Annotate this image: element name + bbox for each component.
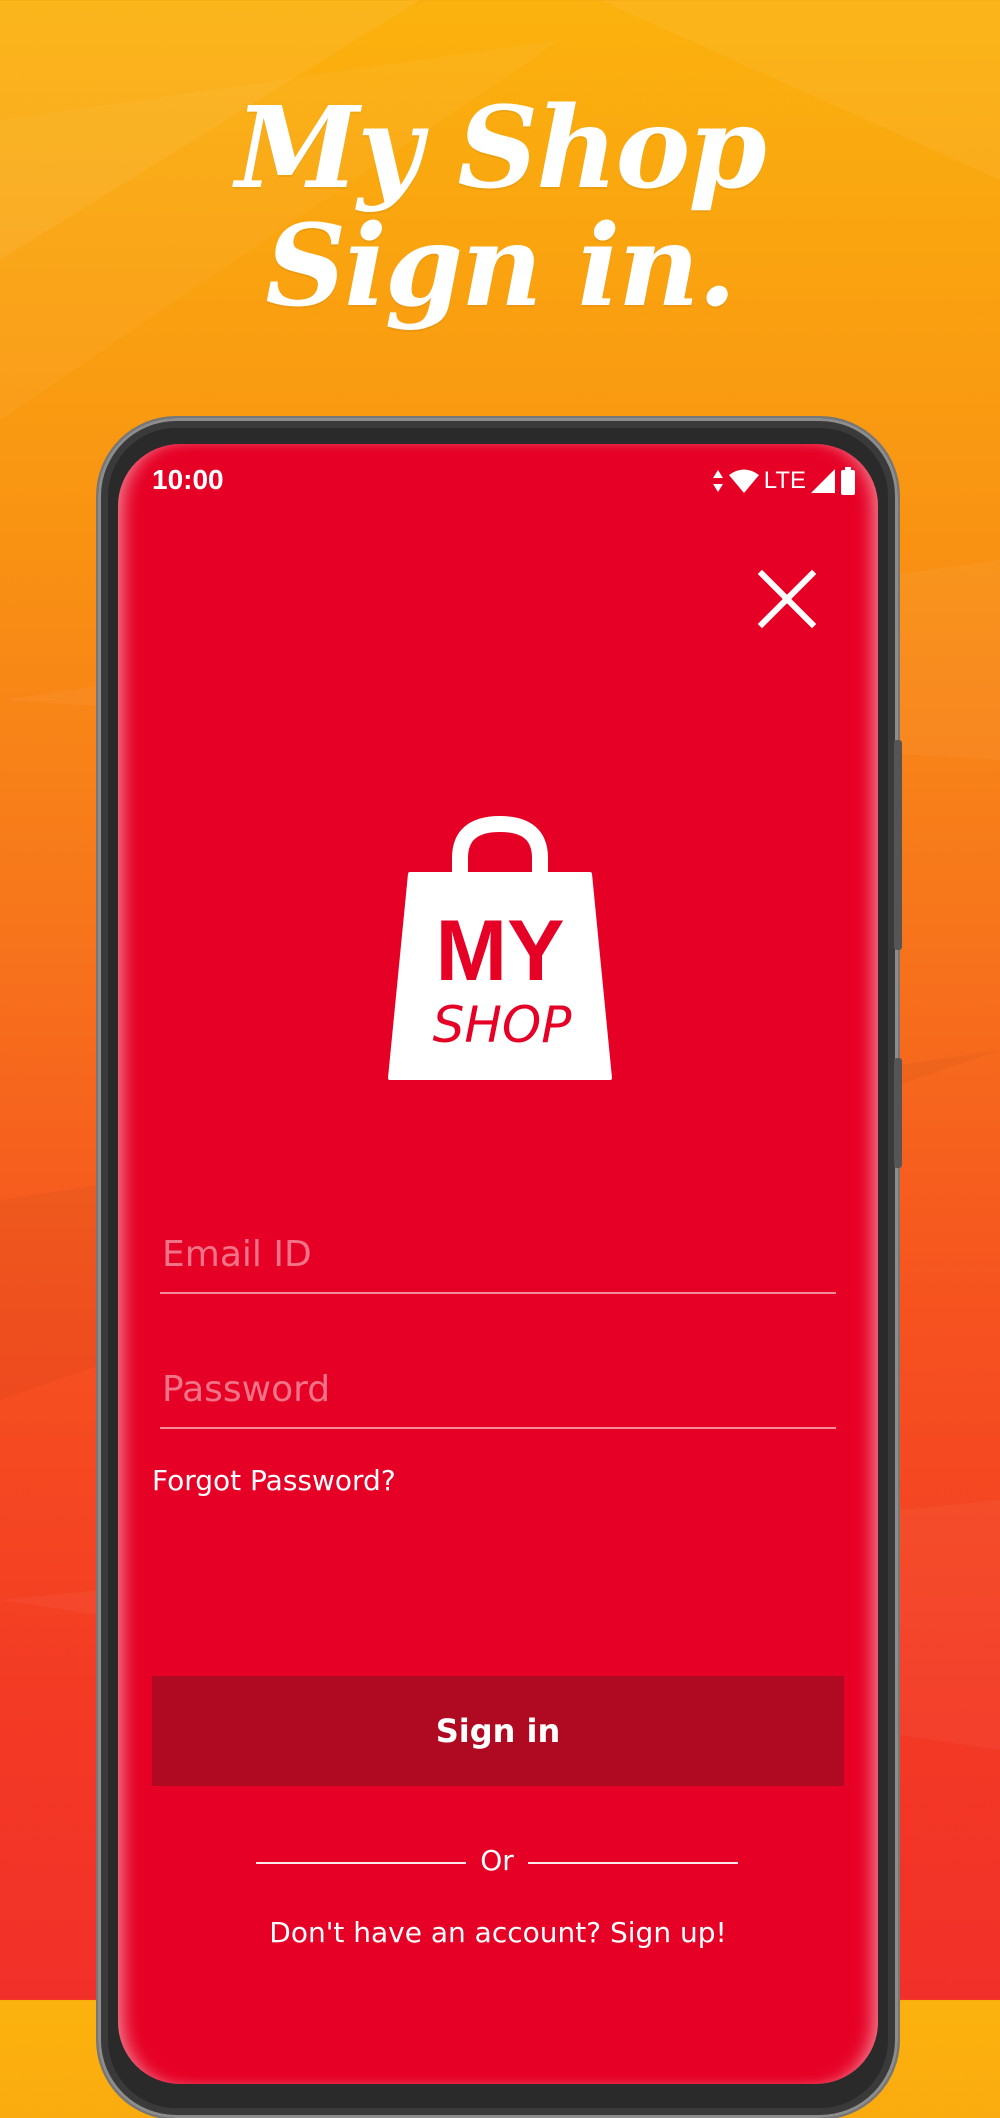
email-field[interactable] (160, 1224, 836, 1294)
password-field[interactable] (160, 1359, 836, 1429)
page-headline: My Shop Sign in. (0, 90, 1000, 326)
status-icons: 4 LTE (712, 464, 856, 498)
logo-text-my: MY (436, 903, 565, 999)
data-arrows-icon (712, 470, 723, 492)
headline-line-1: My Shop (235, 83, 766, 214)
forgot-password-link[interactable]: Forgot Password? (152, 1464, 396, 1497)
status-time: 10:00 (152, 464, 224, 495)
or-divider-right-line (528, 1862, 738, 1864)
signal-icon (811, 469, 835, 493)
sign-up-link[interactable]: Don't have an account? Sign up! (118, 1916, 878, 1949)
or-label: Or (480, 1844, 514, 1877)
app-screen: 10:00 4 LTE MY SHOP Forgot Password? Sig… (118, 444, 878, 2084)
logo-text-shop: SHOP (433, 996, 573, 1054)
svg-text:4: 4 (749, 483, 755, 494)
or-divider: Or (256, 1842, 738, 1882)
phone-power-button (894, 1058, 902, 1168)
phone-volume-button (894, 740, 902, 950)
close-icon[interactable] (756, 568, 818, 630)
headline-line-2: Sign in. (265, 201, 736, 332)
battery-icon (841, 467, 855, 495)
wifi-icon: 4 (728, 469, 759, 494)
my-shop-logo: MY SHOP (388, 815, 612, 1080)
sign-in-button[interactable]: Sign in (152, 1676, 844, 1786)
network-type-label: LTE (763, 467, 806, 494)
